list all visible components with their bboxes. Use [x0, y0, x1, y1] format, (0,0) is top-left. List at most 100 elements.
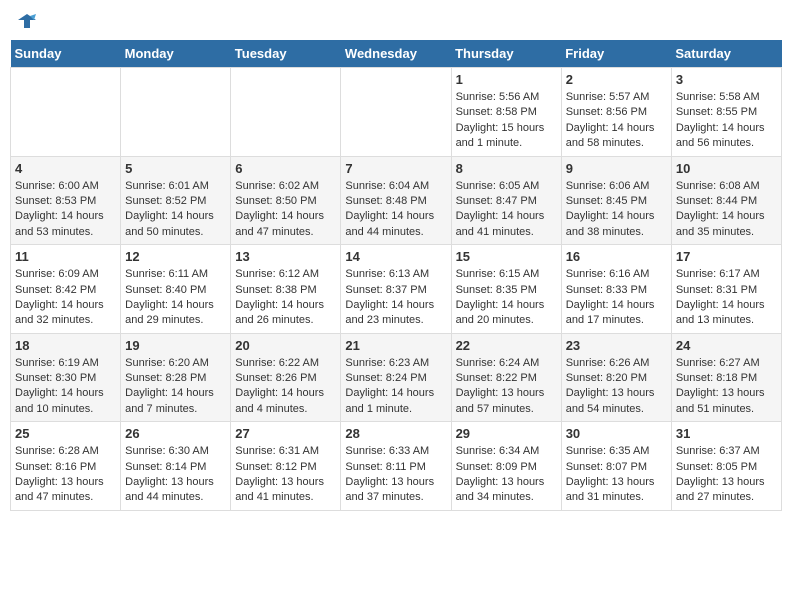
calendar-cell: 20Sunrise: 6:22 AMSunset: 8:26 PMDayligh…: [231, 333, 341, 422]
calendar-week-row: 18 Sunrise: 6:19 AMSunset: 8:30 PMDayligh…: [11, 333, 782, 422]
day-info: Sunrise: 6:34 AMSunset: 8:09 PMDaylight:…: [456, 444, 557, 506]
calendar-cell: 8 Sunrise: 6:05 AMSunset: 8:47 PMDaylight…: [451, 156, 561, 245]
day-info: Sunrise: 6:12 AMSunset: 8:38 PMDaylight:…: [235, 267, 336, 329]
calendar-week-row: 25 Sunrise: 6:28 AMSunset: 8:16 PMDayligh…: [11, 422, 782, 511]
calendar-cell: 9 Sunrise: 6:06 AMSunset: 8:45 PMDaylight…: [561, 156, 671, 245]
day-number: 21: [345, 338, 446, 353]
calendar-week-row: 1 Sunrise: 5:56 AMSunset: 8:58 PMDaylight…: [11, 68, 782, 157]
calendar-cell: 12 Sunrise: 6:11 AMSunset: 8:40 PMDayligh…: [121, 245, 231, 334]
day-number: 10: [676, 161, 777, 176]
calendar-header-row: SundayMondayTuesdayWednesdayThursdayFrid…: [11, 40, 782, 68]
day-info: Sunrise: 6:16 AMSunset: 8:33 PMDaylight:…: [566, 267, 667, 329]
calendar-cell: 17 Sunrise: 6:17 AMSunset: 8:31 PMDayligh…: [671, 245, 781, 334]
calendar-cell: 30Sunrise: 6:35 AMSunset: 8:07 PMDayligh…: [561, 422, 671, 511]
day-number: 31: [676, 426, 777, 441]
day-info: Sunrise: 6:33 AMSunset: 8:11 PMDaylight:…: [345, 444, 446, 506]
day-number: 23: [566, 338, 667, 353]
calendar-cell: 19 Sunrise: 6:20 AMSunset: 8:28 PMDayligh…: [121, 333, 231, 422]
day-info: Sunrise: 6:01 AMSunset: 8:52 PMDaylight:…: [125, 179, 226, 241]
calendar-week-row: 11 Sunrise: 6:09 AMSunset: 8:42 PMDayligh…: [11, 245, 782, 334]
day-info: Sunrise: 6:08 AMSunset: 8:44 PMDaylight:…: [676, 179, 777, 241]
day-info: Sunrise: 6:31 AMSunset: 8:12 PMDaylight:…: [235, 444, 336, 506]
day-number: 24: [676, 338, 777, 353]
day-info: Sunrise: 6:28 AMSunset: 8:16 PMDaylight:…: [15, 444, 116, 506]
day-info: Sunrise: 6:35 AMSunset: 8:07 PMDaylight:…: [566, 444, 667, 506]
day-of-week-header: Sunday: [11, 40, 121, 68]
day-info: Sunrise: 6:06 AMSunset: 8:45 PMDaylight:…: [566, 179, 667, 241]
day-number: 27: [235, 426, 336, 441]
day-info: Sunrise: 6:26 AMSunset: 8:20 PMDaylight:…: [566, 356, 667, 418]
calendar-cell: 6 Sunrise: 6:02 AMSunset: 8:50 PMDaylight…: [231, 156, 341, 245]
day-info: Sunrise: 5:57 AMSunset: 8:56 PMDaylight:…: [566, 90, 667, 152]
day-number: 6: [235, 161, 336, 176]
calendar-cell: 2 Sunrise: 5:57 AMSunset: 8:56 PMDaylight…: [561, 68, 671, 157]
day-of-week-header: Wednesday: [341, 40, 451, 68]
day-number: 5: [125, 161, 226, 176]
calendar-cell: 22 Sunrise: 6:24 AMSunset: 8:22 PMDayligh…: [451, 333, 561, 422]
calendar-week-row: 4 Sunrise: 6:00 AMSunset: 8:53 PMDaylight…: [11, 156, 782, 245]
calendar-cell: 29 Sunrise: 6:34 AMSunset: 8:09 PMDayligh…: [451, 422, 561, 511]
calendar-cell: 25 Sunrise: 6:28 AMSunset: 8:16 PMDayligh…: [11, 422, 121, 511]
day-info: Sunrise: 6:37 AMSunset: 8:05 PMDaylight:…: [676, 444, 777, 506]
day-number: 19: [125, 338, 226, 353]
day-info: Sunrise: 5:58 AMSunset: 8:55 PMDaylight:…: [676, 90, 777, 152]
calendar-cell: 18 Sunrise: 6:19 AMSunset: 8:30 PMDayligh…: [11, 333, 121, 422]
day-number: 1: [456, 72, 557, 87]
day-number: 7: [345, 161, 446, 176]
day-info: Sunrise: 6:11 AMSunset: 8:40 PMDaylight:…: [125, 267, 226, 329]
day-number: 4: [15, 161, 116, 176]
calendar-cell: 15 Sunrise: 6:15 AMSunset: 8:35 PMDayligh…: [451, 245, 561, 334]
calendar-cell: 24 Sunrise: 6:27 AMSunset: 8:18 PMDayligh…: [671, 333, 781, 422]
calendar-table: SundayMondayTuesdayWednesdayThursdayFrid…: [10, 40, 782, 511]
day-number: 15: [456, 249, 557, 264]
day-number: 8: [456, 161, 557, 176]
day-info: Sunrise: 6:20 AMSunset: 8:28 PMDaylight:…: [125, 356, 226, 418]
calendar-cell: 13 Sunrise: 6:12 AMSunset: 8:38 PMDayligh…: [231, 245, 341, 334]
calendar-cell: 7Sunrise: 6:04 AMSunset: 8:48 PMDaylight…: [341, 156, 451, 245]
logo-bird-icon: [16, 10, 38, 32]
day-info: Sunrise: 6:02 AMSunset: 8:50 PMDaylight:…: [235, 179, 336, 241]
day-number: 12: [125, 249, 226, 264]
day-number: 28: [345, 426, 446, 441]
day-info: Sunrise: 6:05 AMSunset: 8:47 PMDaylight:…: [456, 179, 557, 241]
day-info: Sunrise: 6:13 AMSunset: 8:37 PMDaylight:…: [345, 267, 446, 329]
calendar-cell: [341, 68, 451, 157]
calendar-cell: 3 Sunrise: 5:58 AMSunset: 8:55 PMDaylight…: [671, 68, 781, 157]
day-info: Sunrise: 6:19 AMSunset: 8:30 PMDaylight:…: [15, 356, 116, 418]
day-info: Sunrise: 6:30 AMSunset: 8:14 PMDaylight:…: [125, 444, 226, 506]
day-number: 13: [235, 249, 336, 264]
day-info: Sunrise: 6:00 AMSunset: 8:53 PMDaylight:…: [15, 179, 116, 241]
calendar-cell: 4 Sunrise: 6:00 AMSunset: 8:53 PMDaylight…: [11, 156, 121, 245]
calendar-cell: 21 Sunrise: 6:23 AMSunset: 8:24 PMDayligh…: [341, 333, 451, 422]
calendar-cell: [11, 68, 121, 157]
day-info: Sunrise: 6:23 AMSunset: 8:24 PMDaylight:…: [345, 356, 446, 418]
day-number: 25: [15, 426, 116, 441]
day-info: Sunrise: 5:56 AMSunset: 8:58 PMDaylight:…: [456, 90, 557, 152]
day-info: Sunrise: 6:17 AMSunset: 8:31 PMDaylight:…: [676, 267, 777, 329]
calendar-cell: [231, 68, 341, 157]
calendar-cell: 1 Sunrise: 5:56 AMSunset: 8:58 PMDaylight…: [451, 68, 561, 157]
day-info: Sunrise: 6:27 AMSunset: 8:18 PMDaylight:…: [676, 356, 777, 418]
day-number: 14: [345, 249, 446, 264]
calendar-cell: 31 Sunrise: 6:37 AMSunset: 8:05 PMDayligh…: [671, 422, 781, 511]
day-number: 3: [676, 72, 777, 87]
day-number: 16: [566, 249, 667, 264]
day-info: Sunrise: 6:24 AMSunset: 8:22 PMDaylight:…: [456, 356, 557, 418]
day-number: 22: [456, 338, 557, 353]
day-info: Sunrise: 6:15 AMSunset: 8:35 PMDaylight:…: [456, 267, 557, 329]
day-number: 18: [15, 338, 116, 353]
day-number: 26: [125, 426, 226, 441]
day-number: 9: [566, 161, 667, 176]
day-number: 2: [566, 72, 667, 87]
day-number: 11: [15, 249, 116, 264]
calendar-cell: 14 Sunrise: 6:13 AMSunset: 8:37 PMDayligh…: [341, 245, 451, 334]
header: [10, 10, 782, 32]
day-info: Sunrise: 6:09 AMSunset: 8:42 PMDaylight:…: [15, 267, 116, 329]
calendar-cell: 5 Sunrise: 6:01 AMSunset: 8:52 PMDaylight…: [121, 156, 231, 245]
day-number: 29: [456, 426, 557, 441]
calendar-cell: 10 Sunrise: 6:08 AMSunset: 8:44 PMDayligh…: [671, 156, 781, 245]
day-of-week-header: Saturday: [671, 40, 781, 68]
day-number: 17: [676, 249, 777, 264]
day-of-week-header: Friday: [561, 40, 671, 68]
calendar-cell: 26 Sunrise: 6:30 AMSunset: 8:14 PMDayligh…: [121, 422, 231, 511]
